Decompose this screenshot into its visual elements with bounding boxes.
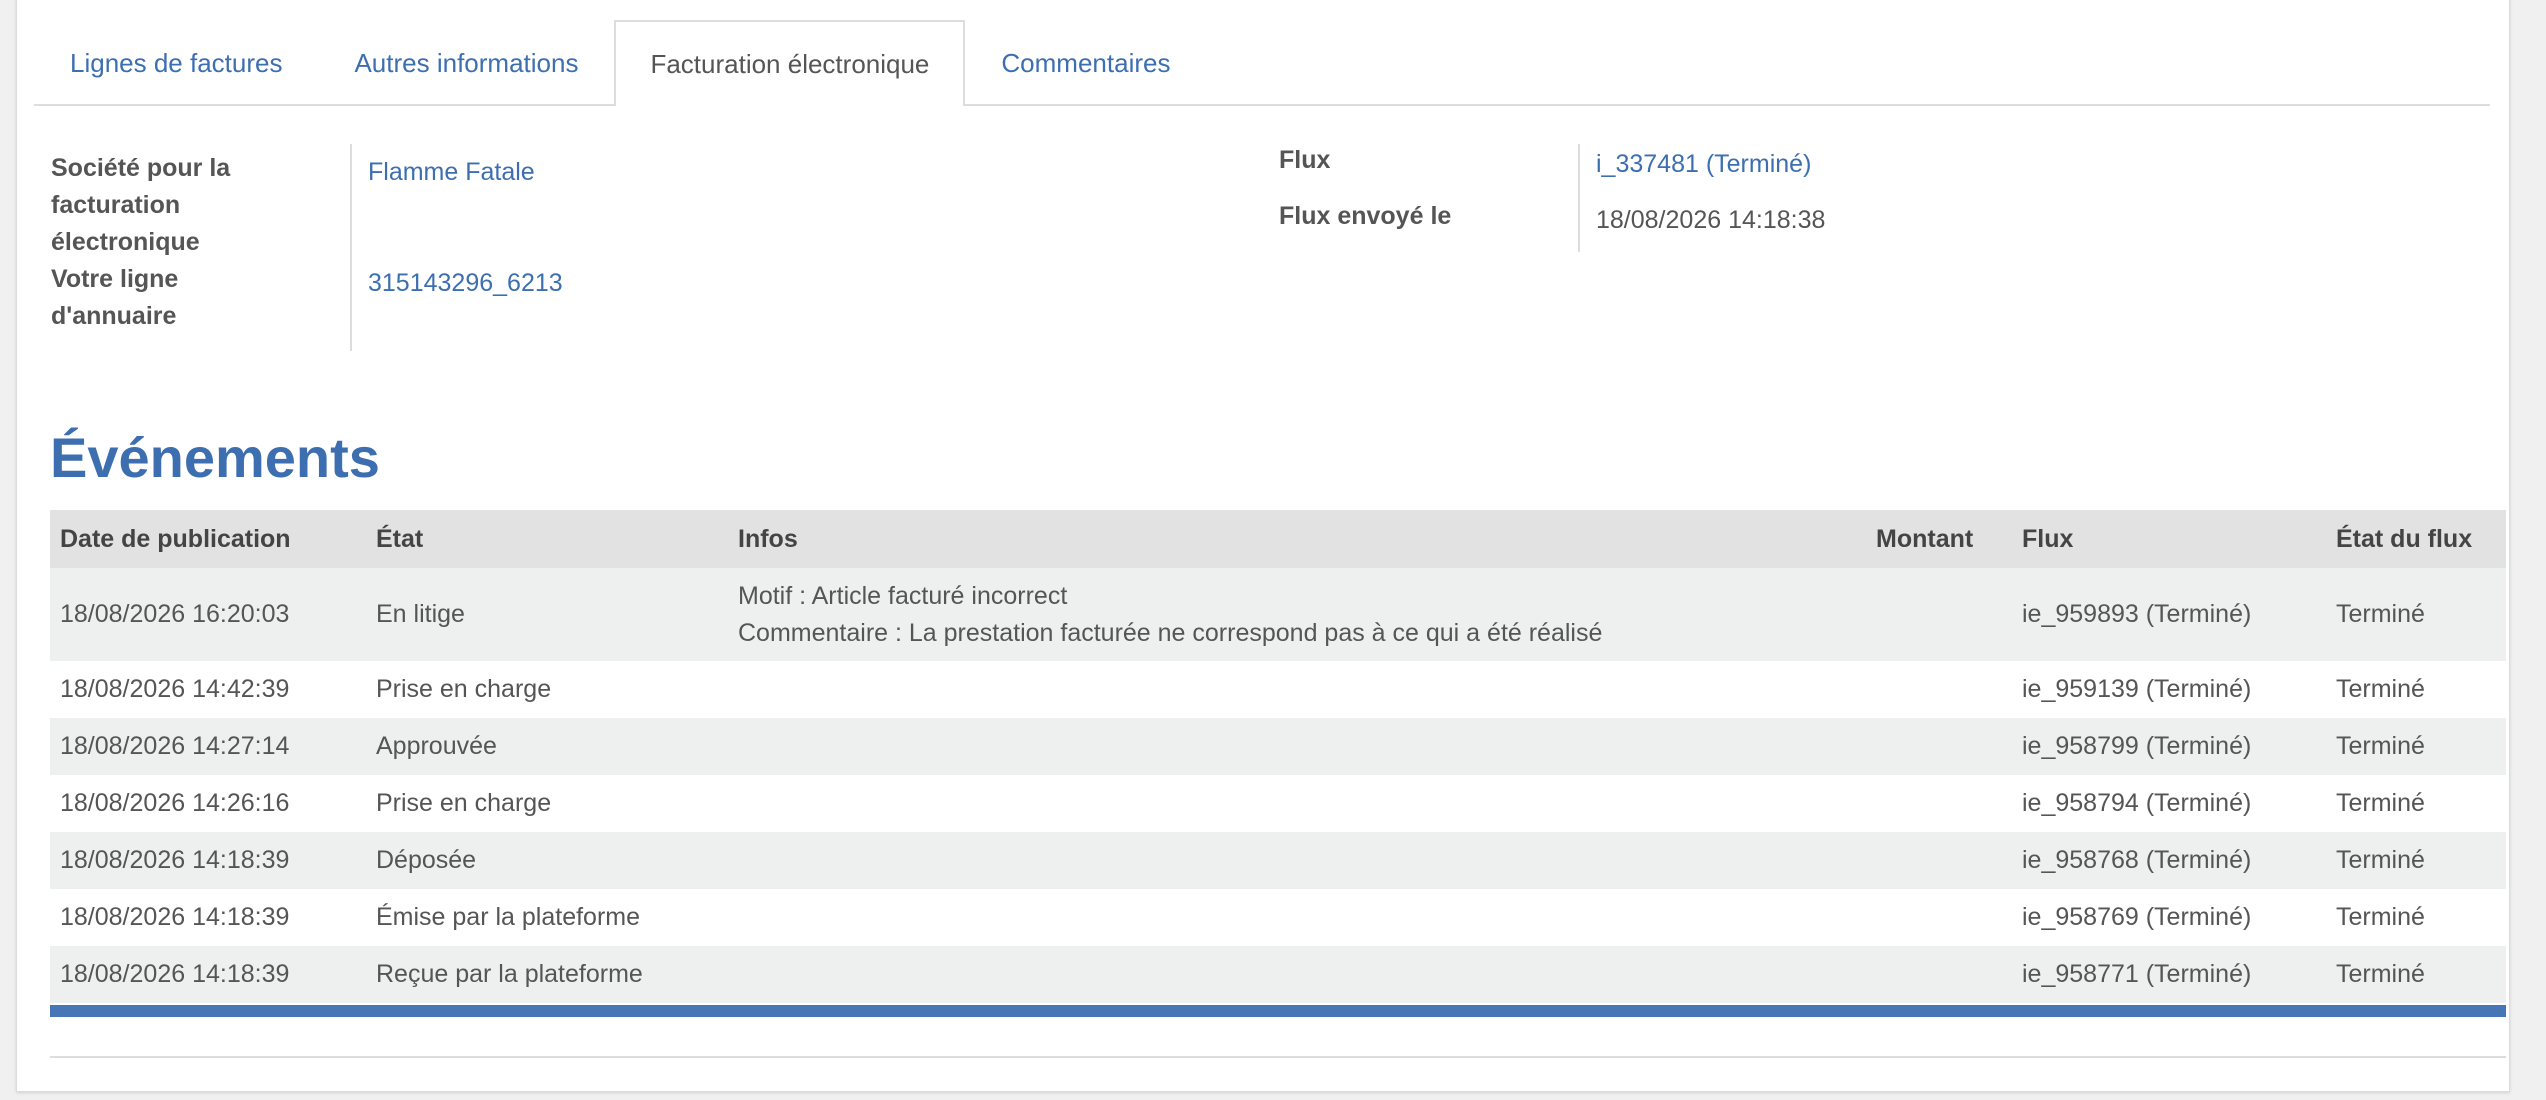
directory-label: Votre ligne d'annuaire: [51, 265, 179, 330]
events-title: Événements: [50, 426, 380, 489]
company-label: Société pour la facturation électronique: [51, 154, 231, 256]
col-montant: Montant: [1866, 510, 2012, 568]
table-row: 18/08/2026 14:18:39 Reçue par la platefo…: [50, 946, 2506, 1003]
company-link[interactable]: Flamme Fatale: [368, 154, 535, 191]
tab-facturation-electronique[interactable]: Facturation électronique: [614, 20, 966, 106]
cell-flux: ie_959893 (Terminé): [2022, 600, 2252, 628]
cell-etat: Reçue par la plateforme: [376, 960, 643, 988]
infos-motif: Motif : Article facturé incorrect: [738, 581, 1068, 610]
cell-etat: En litige: [376, 600, 465, 628]
cell-montant: [1866, 889, 2012, 946]
cell-etat-flux: Terminé: [2336, 789, 2425, 817]
table-row: 18/08/2026 16:20:03 En litige Motif : Ar…: [50, 568, 2506, 661]
cell-flux: ie_958799 (Terminé): [2022, 732, 2252, 760]
right-field-separator: [1578, 144, 1580, 252]
col-infos: Infos: [728, 510, 1866, 568]
cell-montant: [1866, 661, 2012, 718]
cell-date: 18/08/2026 14:27:14: [60, 732, 290, 760]
table-row: 18/08/2026 14:26:16 Prise en charge ie_9…: [50, 775, 2506, 832]
tab-bar: Lignes de factures Autres informations F…: [34, 20, 2490, 106]
table-row: 18/08/2026 14:42:39 Prise en charge ie_9…: [50, 661, 2506, 718]
flux-label: Flux: [1279, 146, 1331, 174]
cell-flux: ie_958769 (Terminé): [2022, 903, 2252, 931]
cell-infos: [728, 832, 1866, 889]
cell-etat: Approuvée: [376, 732, 497, 760]
cell-date: 18/08/2026 16:20:03: [60, 600, 290, 628]
cell-infos: [728, 718, 1866, 775]
infos-commentaire: Commentaire : La prestation facturée ne …: [738, 618, 1603, 647]
tab-lignes-de-factures[interactable]: Lignes de factures: [34, 20, 318, 104]
col-etat: État: [366, 510, 728, 568]
cell-etat-flux: Terminé: [2336, 903, 2425, 931]
cell-infos: [728, 889, 1866, 946]
cell-montant: [1866, 568, 2012, 661]
flux-sent-label: Flux envoyé le: [1279, 202, 1452, 230]
events-table: Date de publication État Infos Montant F…: [50, 510, 2506, 1003]
cell-date: 18/08/2026 14:42:39: [60, 675, 290, 703]
flux-link[interactable]: i_337481 (Terminé): [1596, 146, 1811, 183]
col-etat-flux: État du flux: [2326, 510, 2506, 568]
col-flux: Flux: [2012, 510, 2326, 568]
cell-flux: ie_958771 (Terminé): [2022, 960, 2252, 988]
cell-etat-flux: Terminé: [2336, 675, 2425, 703]
cell-date: 18/08/2026 14:26:16: [60, 789, 290, 817]
cell-etat-flux: Terminé: [2336, 960, 2425, 988]
table-header-row: Date de publication État Infos Montant F…: [50, 510, 2506, 568]
cell-etat-flux: Terminé: [2336, 732, 2425, 760]
cell-date: 18/08/2026 14:18:39: [60, 960, 290, 988]
cell-montant: [1866, 946, 2012, 1003]
cell-etat-flux: Terminé: [2336, 846, 2425, 874]
cell-etat: Déposée: [376, 846, 477, 874]
cell-etat: Émise par la plateforme: [376, 903, 641, 931]
cell-montant: [1866, 832, 2012, 889]
cell-infos: [728, 775, 1866, 832]
bottom-divider: [50, 1056, 2506, 1058]
cell-etat: Prise en charge: [376, 789, 552, 817]
table-row: 18/08/2026 14:27:14 Approuvée ie_958799 …: [50, 718, 2506, 775]
cell-infos: [728, 946, 1866, 1003]
cell-etat-flux: Terminé: [2336, 600, 2425, 628]
tab-commentaires[interactable]: Commentaires: [965, 20, 1206, 104]
left-field-separator: [350, 144, 352, 351]
cell-infos: [728, 661, 1866, 718]
cell-infos: Motif : Article facturé incorrect Commen…: [728, 568, 1866, 661]
directory-link[interactable]: 315143296_6213: [368, 265, 563, 302]
cell-etat: Prise en charge: [376, 675, 552, 703]
table-footer-bar: [50, 1005, 2506, 1017]
table-row: 18/08/2026 14:18:39 Émise par la platefo…: [50, 889, 2506, 946]
cell-date: 18/08/2026 14:18:39: [60, 846, 290, 874]
col-date: Date de publication: [50, 510, 366, 568]
cell-montant: [1866, 718, 2012, 775]
table-row: 18/08/2026 14:18:39 Déposée ie_958768 (T…: [50, 832, 2506, 889]
flux-sent-value: 18/08/2026 14:18:38: [1596, 206, 1826, 234]
cell-date: 18/08/2026 14:18:39: [60, 903, 290, 931]
cell-flux: ie_958768 (Terminé): [2022, 846, 2252, 874]
cell-montant: [1866, 775, 2012, 832]
cell-flux: ie_959139 (Terminé): [2022, 675, 2252, 703]
tab-autres-informations[interactable]: Autres informations: [318, 20, 614, 104]
cell-flux: ie_958794 (Terminé): [2022, 789, 2252, 817]
